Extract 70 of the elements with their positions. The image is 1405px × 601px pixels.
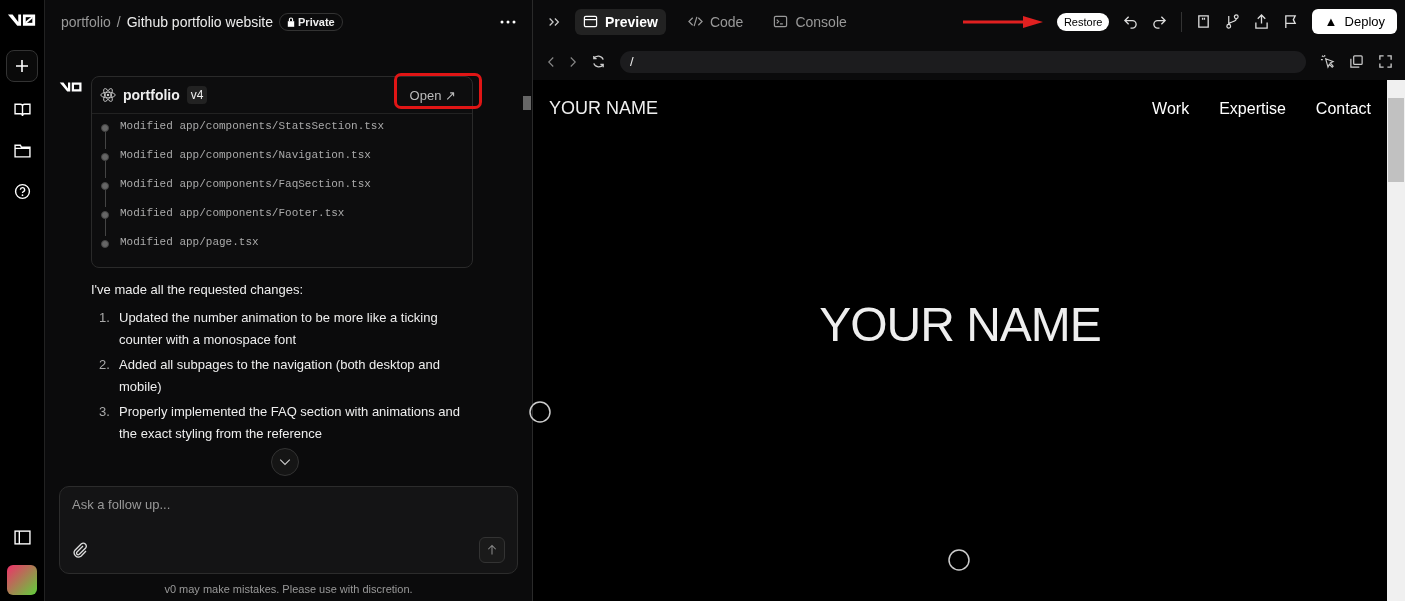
- site-nav-link[interactable]: Expertise: [1219, 99, 1286, 118]
- view-tab[interactable]: Console: [765, 8, 855, 35]
- more-icon[interactable]: [500, 19, 516, 24]
- preview-scrollbar[interactable]: [1387, 80, 1405, 601]
- new-window-icon[interactable]: [1349, 54, 1364, 69]
- plus-icon: [14, 58, 30, 74]
- list-item-text: Updated the number animation to be more like a ticking counter with a monospace font: [119, 309, 439, 349]
- hero-title: YOUR NAME: [818, 297, 1102, 352]
- window-icon: [583, 14, 598, 29]
- private-label: Private: [298, 15, 335, 28]
- scroll-down-button[interactable]: [271, 448, 299, 476]
- site-logo[interactable]: YOUR NAME: [549, 98, 658, 119]
- avatar[interactable]: [7, 565, 37, 595]
- list-item-text: Added all subpages to the navigation (both desktop and mobile): [119, 356, 441, 396]
- breadcrumb-separator: /: [116, 13, 121, 30]
- fullscreen-icon[interactable]: [1378, 54, 1393, 69]
- loading-spinner-icon: [947, 548, 971, 572]
- paperclip-icon[interactable]: [72, 542, 88, 558]
- site-nav-link[interactable]: Contact: [1315, 99, 1371, 118]
- code-icon: [687, 14, 703, 29]
- send-button[interactable]: [479, 537, 505, 563]
- url-field[interactable]: /: [620, 50, 1306, 73]
- step-dot-icon: [101, 240, 109, 248]
- forward-icon[interactable]: [569, 55, 577, 68]
- file-change: Modified app/components/FaqSection.tsx: [120, 178, 371, 192]
- file-change: Modified app/page.tsx: [120, 236, 259, 250]
- book-icon[interactable]: [13, 101, 31, 118]
- project-name[interactable]: portfolio: [61, 13, 111, 30]
- lock-icon: [287, 16, 295, 27]
- assistant-logo-icon: [59, 81, 83, 93]
- view-tab[interactable]: Code: [679, 8, 752, 35]
- flag-icon[interactable]: [1283, 14, 1299, 29]
- chevron-down-icon: [278, 458, 292, 466]
- file-change: Modified app/components/Navigation.tsx: [120, 149, 371, 163]
- folder-icon[interactable]: [13, 142, 31, 159]
- message-intro: I've made all the requested changes:: [91, 282, 305, 297]
- file-change: Modified app/components/StatsSection.tsx: [120, 120, 385, 134]
- open-button[interactable]: Open ↗: [401, 87, 464, 103]
- sidebar-toggle-icon[interactable]: [13, 529, 31, 546]
- new-chat-button[interactable]: [6, 50, 38, 82]
- version-badge: v4: [186, 86, 208, 104]
- file-change: Modified app/components/Footer.tsx: [120, 207, 345, 221]
- arrow-up-icon: [486, 543, 498, 557]
- back-icon[interactable]: [547, 55, 555, 68]
- composer-field[interactable]: Ask a follow up...: [72, 497, 505, 512]
- list-number: 3.: [99, 403, 111, 421]
- site-nav-link[interactable]: Work: [1152, 99, 1190, 118]
- reload-icon[interactable]: [591, 54, 606, 69]
- loading-spinner-icon: [528, 400, 552, 424]
- file-brackets-icon[interactable]: [1196, 14, 1212, 29]
- version-name: portfolio: [123, 87, 180, 103]
- arrow-icon: [962, 14, 1043, 29]
- list-number: 1.: [99, 309, 111, 327]
- branch-icon[interactable]: [1225, 14, 1241, 29]
- list-item-text: Properly implemented the FAQ section with animations and the exact styling from the reference: [119, 403, 462, 443]
- view-tab[interactable]: Preview: [575, 8, 666, 35]
- help-icon[interactable]: [13, 183, 31, 200]
- deploy-button[interactable]: ▲ Deploy: [1312, 9, 1397, 34]
- terminal-icon: [773, 14, 789, 29]
- chat-scrollbar[interactable]: [523, 96, 531, 110]
- list-number: 2.: [99, 356, 111, 374]
- chat-title[interactable]: Github portfolio website: [126, 13, 273, 30]
- redo-icon[interactable]: [1152, 14, 1168, 29]
- disclaimer: v0 may make mistakes. Please use with discretion.: [163, 583, 414, 595]
- logo-icon[interactable]: [7, 12, 37, 28]
- cursor-select-icon[interactable]: [1320, 54, 1335, 69]
- atom-icon: [100, 87, 116, 103]
- restore-button[interactable]: Restore: [1056, 12, 1110, 31]
- share-icon[interactable]: [1254, 14, 1270, 29]
- undo-icon[interactable]: [1123, 14, 1139, 29]
